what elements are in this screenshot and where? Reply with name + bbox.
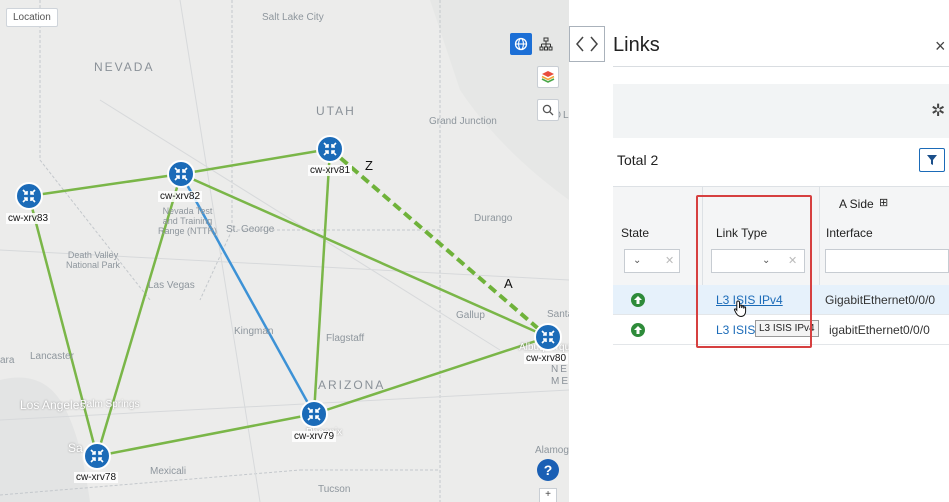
clear-icon[interactable]: ✕ bbox=[788, 254, 797, 267]
clear-icon[interactable]: ✕ bbox=[665, 254, 674, 267]
links-panel: Links × ✲ Total 2 A Side ⊞ State Link Ty… bbox=[605, 0, 949, 502]
close-icon[interactable]: × bbox=[935, 36, 946, 57]
expand-icon[interactable]: ⊞ bbox=[879, 196, 888, 209]
node-label: cw-xrv83 bbox=[6, 213, 51, 224]
map-label-arizona: ARIZONA bbox=[318, 378, 386, 392]
link-type-link[interactable]: L3 ISIS IPv4 bbox=[716, 293, 783, 307]
map-label-ara: ara bbox=[0, 355, 15, 366]
divider bbox=[613, 66, 949, 67]
router-node-icon[interactable] bbox=[167, 160, 195, 188]
link-82-80 bbox=[180, 172, 549, 339]
panel-toggle-button[interactable] bbox=[569, 26, 605, 62]
panel-title: Links bbox=[613, 34, 660, 56]
chevron-down-icon: ⌄ bbox=[633, 255, 642, 266]
map-label-los-angeles: Los Angeles bbox=[20, 398, 86, 412]
edge-label-z: Z bbox=[365, 158, 373, 173]
toolbar bbox=[613, 84, 949, 138]
filter-icon[interactable] bbox=[919, 148, 945, 172]
link-type-link[interactable]: L3 ISIS bbox=[716, 323, 755, 337]
column-header-a-side: A Side bbox=[839, 197, 874, 211]
map-label-las-vegas: Las Vegas bbox=[148, 280, 195, 291]
edge-label-a: A bbox=[504, 276, 513, 291]
router-node-icon[interactable] bbox=[300, 400, 328, 428]
map-label-st-george: St. George bbox=[226, 224, 275, 235]
search-icon[interactable] bbox=[537, 99, 559, 121]
tooltip: L3 ISIS IPv4 bbox=[755, 320, 819, 337]
map-label-alamog: Alamog bbox=[535, 445, 569, 456]
column-header-interface[interactable]: Interface bbox=[826, 226, 873, 240]
router-node-icon[interactable] bbox=[534, 323, 562, 351]
map-label-nevada: NEVADA bbox=[94, 60, 155, 74]
chevron-down-icon: ⌄ bbox=[762, 255, 771, 266]
state-filter-select[interactable]: ⌄ ✕ bbox=[624, 249, 680, 273]
map-label-tucson: Tucson bbox=[318, 484, 351, 495]
map-label-utah: UTAH bbox=[316, 104, 356, 118]
map-label-lancaster: Lancaster bbox=[30, 351, 74, 362]
node-label: cw-xrv82 bbox=[158, 191, 203, 202]
map-label-grand-junction: Grand Junction bbox=[429, 116, 497, 127]
zoom-in-button[interactable]: + bbox=[539, 488, 557, 502]
router-node-icon[interactable] bbox=[83, 442, 111, 470]
status-up-icon bbox=[631, 323, 645, 337]
node-label: cw-xrv78 bbox=[74, 472, 119, 483]
interface-filter-input[interactable] bbox=[825, 249, 949, 273]
gear-icon[interactable]: ✲ bbox=[931, 101, 945, 121]
map-label-durango: Durango bbox=[474, 213, 513, 224]
node-label: cw-xrv81 bbox=[308, 165, 353, 176]
table-header: A Side ⊞ State Link Type Interface ⌄ ✕ ⌄… bbox=[613, 186, 949, 286]
map-view[interactable]: Location Salt Lake City NEVADA UTAH Gran… bbox=[0, 0, 569, 502]
status-up-icon bbox=[631, 293, 645, 307]
interface-cell: GigabitEthernet0/0/0 bbox=[825, 293, 936, 307]
globe-icon[interactable] bbox=[510, 33, 532, 55]
column-header-state[interactable]: State bbox=[621, 226, 649, 240]
map-label-flagstaff: Flagstaff bbox=[326, 333, 365, 344]
link-81-80-dashed bbox=[328, 147, 550, 339]
layers-icon[interactable] bbox=[537, 66, 559, 88]
link-81-79 bbox=[312, 148, 332, 415]
help-button[interactable]: ? bbox=[537, 459, 559, 481]
link-type-filter-select[interactable]: ⌄ ✕ bbox=[711, 249, 805, 273]
node-label: cw-xrv79 bbox=[292, 431, 337, 442]
map-label-nttr: Nevada Test and Training Range (NTTR) bbox=[158, 206, 218, 236]
link-78-79 bbox=[96, 412, 315, 458]
interface-cell: igabitEthernet0/0/0 bbox=[829, 323, 930, 337]
router-node-icon[interactable] bbox=[316, 135, 344, 163]
total-count: Total 2 bbox=[617, 152, 659, 168]
column-header-link-type[interactable]: Link Type bbox=[716, 226, 767, 240]
map-label-santa: Santa bbox=[547, 309, 569, 320]
hand-cursor-icon bbox=[733, 300, 747, 318]
map-label-kingman: Kingman bbox=[234, 326, 274, 337]
location-tab[interactable]: Location bbox=[6, 8, 58, 27]
map-label-death-valley: Death Valley National Park bbox=[66, 250, 121, 270]
map-label-nev-mex: NEV MEX bbox=[551, 364, 569, 387]
map-label-salt-lake-city: Salt Lake City bbox=[262, 12, 324, 23]
map-label-gallup: Gallup bbox=[456, 310, 485, 321]
map-label-mexicali: Mexicali bbox=[150, 466, 187, 477]
chevrons-icon bbox=[576, 36, 598, 52]
topology-icon[interactable] bbox=[535, 33, 557, 55]
node-label: cw-xrv80 bbox=[524, 353, 569, 364]
link-83-78 bbox=[27, 195, 99, 457]
router-node-icon[interactable] bbox=[15, 182, 43, 210]
table-row[interactable]: L3 ISIS IPv4 GigabitEthernet0/0/0 bbox=[613, 285, 949, 315]
link-79-80 bbox=[313, 335, 549, 416]
map-label-palm-springs: Palm Springs bbox=[80, 399, 140, 410]
